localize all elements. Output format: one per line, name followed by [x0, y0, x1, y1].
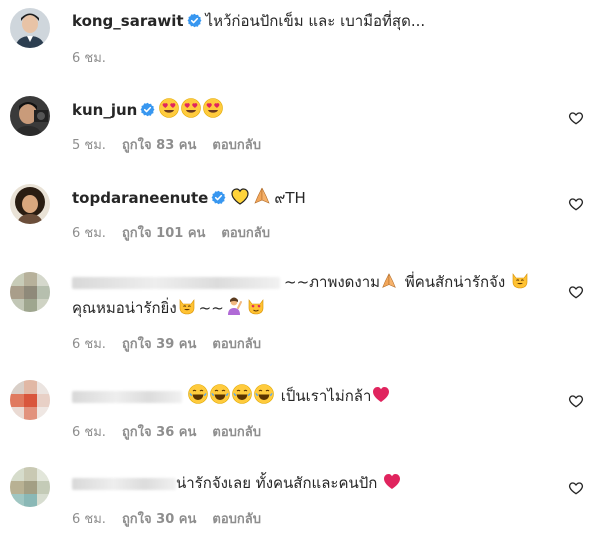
like-count[interactable]: ถูกใจ 101 คน: [122, 226, 205, 241]
username-redacted[interactable]: [72, 276, 280, 289]
like-count[interactable]: ถูกใจ 30 คน: [122, 512, 196, 527]
heart-eyes-emoji-icon: [203, 98, 223, 118]
heart-eyes-cat-emoji-icon: [246, 296, 266, 316]
comment-text: ~~ภาพงดงาม: [284, 273, 381, 291]
avatar-image-blurred: [10, 272, 50, 312]
smiling-cat-emoji-icon: [177, 296, 197, 316]
like-heart-icon[interactable]: [568, 110, 584, 126]
avatar[interactable]: [10, 380, 50, 420]
verified-badge-icon: [211, 190, 226, 205]
folded-hands-emoji-icon: [252, 186, 272, 206]
like-count[interactable]: ถูกใจ 36 คน: [122, 425, 196, 440]
comment-text: คุณหมอน่ารักยิ่ง: [72, 299, 177, 317]
comment-text: ไหว้ก่อนปักเข็ม และ เบามือที่สุด...: [205, 12, 426, 30]
avatar-image: [10, 184, 50, 224]
avatar-image-blurred: [10, 467, 50, 507]
timestamp[interactable]: 6 ชม.: [72, 425, 106, 440]
red-heart-emoji-icon: [382, 471, 402, 491]
yellow-heart-emoji-icon: [230, 186, 250, 206]
username[interactable]: topdaraneenute: [72, 189, 208, 207]
folded-hands-emoji-icon: [380, 272, 398, 290]
timestamp[interactable]: 6 ชม.: [72, 512, 106, 527]
comment-text: พี่คนสักน่ารักจัง: [400, 273, 510, 291]
username-redacted[interactable]: [72, 390, 182, 403]
timestamp[interactable]: 5 ชม.: [72, 138, 106, 153]
comment-text: เป็นเราไม่กล้า: [276, 387, 372, 405]
username-redacted[interactable]: [72, 477, 176, 490]
reply-button[interactable]: ตอบกลับ: [221, 226, 270, 241]
like-count[interactable]: ถูกใจ 39 คน: [122, 337, 196, 352]
like-heart-icon[interactable]: [568, 196, 584, 212]
timestamp[interactable]: 6 ชม.: [72, 337, 106, 352]
username[interactable]: kong_sarawit: [72, 12, 184, 30]
avatar[interactable]: [10, 96, 50, 136]
verified-badge-icon: [187, 13, 202, 28]
comment-text: ~~: [198, 299, 224, 317]
comment-text: น่ารักจังเลย ทั้งคนสักและคนปัก: [176, 474, 383, 492]
verified-badge-icon: [140, 102, 155, 117]
reply-button[interactable]: ตอบกลับ: [212, 337, 261, 352]
comment-text: ๙TH: [274, 189, 306, 207]
avatar[interactable]: [10, 8, 50, 48]
red-heart-emoji-icon: [371, 384, 391, 404]
avatar[interactable]: [10, 184, 50, 224]
username[interactable]: kun_jun: [72, 101, 137, 119]
avatar-image: [10, 96, 50, 136]
avatar[interactable]: [10, 272, 50, 312]
like-count[interactable]: ถูกใจ 83 คน: [122, 138, 196, 153]
heart-eyes-emoji-icon: [159, 98, 179, 118]
laughing-tears-emoji-icon: [232, 384, 252, 404]
person-gesturing-emoji-icon: [224, 296, 244, 316]
like-heart-icon[interactable]: [568, 284, 584, 300]
timestamp[interactable]: 6 ชม.: [72, 51, 106, 66]
avatar-image: [10, 8, 50, 48]
reply-button[interactable]: ตอบกลับ: [212, 512, 261, 527]
smiling-cat-emoji-icon: [510, 270, 530, 290]
reply-button[interactable]: ตอบกลับ: [212, 138, 261, 153]
reply-button[interactable]: ตอบกลับ: [212, 425, 261, 440]
timestamp[interactable]: 6 ชม.: [72, 226, 106, 241]
avatar[interactable]: [10, 467, 50, 507]
like-heart-icon[interactable]: [568, 393, 584, 409]
laughing-tears-emoji-icon: [210, 384, 230, 404]
laughing-tears-emoji-icon: [254, 384, 274, 404]
like-heart-icon[interactable]: [568, 480, 584, 496]
laughing-tears-emoji-icon: [188, 384, 208, 404]
heart-eyes-emoji-icon: [181, 98, 201, 118]
avatar-image-blurred: [10, 380, 50, 420]
